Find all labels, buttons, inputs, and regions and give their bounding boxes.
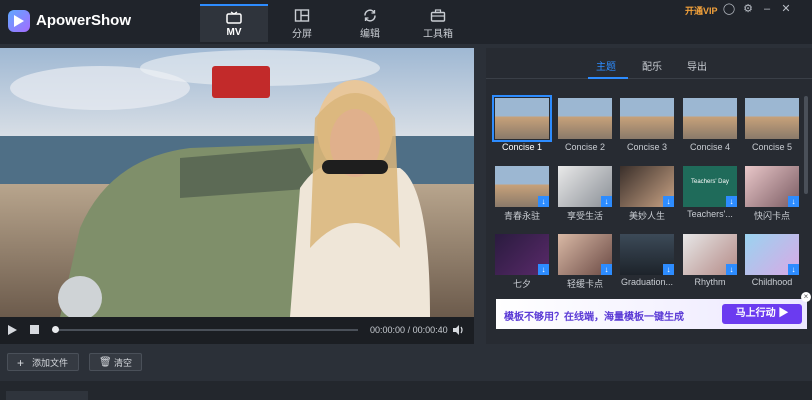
- download-icon[interactable]: ↓: [601, 264, 612, 275]
- download-icon[interactable]: ↓: [788, 196, 799, 207]
- theme-thumb[interactable]: [558, 98, 612, 139]
- media-area: [0, 381, 812, 400]
- time-separator: /: [407, 325, 411, 335]
- banner-close-icon[interactable]: ×: [801, 292, 811, 302]
- theme-thumb[interactable]: [620, 98, 674, 139]
- download-icon[interactable]: ↓: [726, 196, 737, 207]
- toolbox-icon: [430, 9, 446, 22]
- tv-icon: [226, 11, 242, 24]
- theme-thumb[interactable]: ↓: [495, 234, 549, 275]
- theme-label: Teachers'...: [687, 209, 733, 219]
- theme-label: 轻缓卡点: [566, 279, 603, 289]
- clear-button[interactable]: 🗑 清空: [89, 353, 142, 371]
- split-screen-icon: [294, 9, 310, 22]
- theme-thumb[interactable]: ↓: [620, 166, 674, 207]
- minimize-icon[interactable]: –: [760, 3, 774, 15]
- theme-label: 快闪卡点: [753, 211, 790, 221]
- subtab-export[interactable]: 导出: [687, 58, 707, 73]
- theme-label: Graduation...: [620, 277, 674, 287]
- tab-toolbox-label: 工具箱: [423, 29, 453, 40]
- theme-thumb[interactable]: ↓: [495, 166, 549, 207]
- tab-edit-label: 编辑: [360, 29, 380, 40]
- theme-thumb[interactable]: ↓: [558, 166, 612, 207]
- tab-split-screen[interactable]: 分屏: [268, 4, 336, 42]
- theme-thumb[interactable]: ↓: [745, 234, 799, 275]
- download-icon[interactable]: ↓: [538, 264, 549, 275]
- download-icon[interactable]: ↓: [663, 264, 674, 275]
- trash-icon: 🗑: [99, 357, 112, 368]
- theme-label: Concise 3: [626, 142, 668, 152]
- theme-thumb[interactable]: [492, 95, 552, 142]
- add-file-button[interactable]: + 添加文件: [7, 353, 79, 371]
- close-icon[interactable]: ✕: [779, 3, 793, 15]
- stop-icon[interactable]: [30, 325, 39, 334]
- tab-toolbox[interactable]: 工具箱: [404, 4, 472, 42]
- media-tab[interactable]: [6, 391, 88, 400]
- time-current: 00:00:00: [370, 325, 406, 335]
- subtab-divider: [486, 78, 812, 79]
- download-icon[interactable]: ↓: [726, 264, 737, 275]
- refresh-edit-icon: [364, 9, 376, 22]
- volume-icon[interactable]: [452, 324, 464, 336]
- theme-label: Rhythm: [694, 277, 726, 287]
- theme-label: Concise 2: [564, 142, 606, 152]
- theme-thumb[interactable]: [745, 98, 799, 139]
- tab-mv[interactable]: MV: [200, 4, 268, 42]
- theme-label: 享受生活: [566, 211, 603, 221]
- theme-thumb[interactable]: ↓: [745, 166, 799, 207]
- apowershow-logo-icon: [8, 10, 30, 32]
- video-preview[interactable]: [0, 48, 474, 317]
- plus-icon: +: [17, 356, 25, 370]
- panel-scrollbar[interactable]: [804, 96, 808, 194]
- theme-label: 美妙人生: [628, 211, 665, 221]
- theme-thumb[interactable]: ↓: [620, 234, 674, 275]
- settings-icon[interactable]: ⚙: [741, 3, 755, 15]
- tab-split-screen-label: 分屏: [292, 29, 312, 40]
- user-icon[interactable]: ◯: [722, 3, 736, 15]
- theme-label: Childhood: [751, 277, 793, 287]
- download-icon[interactable]: ↓: [601, 196, 612, 207]
- subtab-music[interactable]: 配乐: [642, 58, 662, 73]
- vip-link[interactable]: 开通VIP: [685, 4, 718, 17]
- app-name: ApowerShow: [36, 12, 132, 29]
- promo-banner[interactable]: 模板不够用？在线端，海量模板一键生成 马上行动 ▶: [496, 299, 807, 329]
- promo-button[interactable]: 马上行动 ▶: [722, 304, 802, 324]
- file-toolbar: + 添加文件 🗑 清空: [0, 346, 812, 379]
- theme-label: 青春永驻: [503, 211, 540, 221]
- player-controls: 00:00:00 / 00:00:40: [0, 320, 474, 342]
- subtab-active-indicator: [588, 77, 628, 79]
- download-icon[interactable]: ↓: [663, 196, 674, 207]
- theme-thumb[interactable]: [683, 98, 737, 139]
- theme-thumb[interactable]: ↓: [683, 234, 737, 275]
- promo-text: 模板不够用？在线端，海量模板一键生成: [504, 312, 684, 323]
- video-player: 00:00:00 / 00:00:40: [0, 48, 474, 344]
- theme-label: Concise 5: [751, 142, 793, 152]
- add-file-label: 添加文件: [32, 358, 69, 368]
- tab-mv-label: MV: [226, 27, 242, 38]
- theme-label: Concise 1: [501, 142, 543, 152]
- progress-handle[interactable]: [52, 326, 59, 333]
- theme-thumb[interactable]: ↓: [558, 234, 612, 275]
- progress-track[interactable]: [52, 329, 358, 331]
- tab-edit[interactable]: 编辑: [336, 4, 404, 42]
- theme-label: 七夕: [512, 279, 531, 289]
- thumb-text: Teachers' Day: [691, 179, 729, 185]
- theme-panel: 主题 配乐 导出 Concise 1 Concise 2 Concise 3 C…: [486, 48, 812, 344]
- theme-thumb[interactable]: Teachers' Day ↓: [683, 166, 737, 207]
- title-bar: ApowerShow MV 分屏 编辑 工具箱 开通VIP ◯ ⚙ – ✕: [0, 0, 812, 44]
- download-icon[interactable]: ↓: [538, 196, 549, 207]
- time-total: 00:00:40: [412, 325, 448, 335]
- subtab-theme[interactable]: 主题: [596, 58, 616, 73]
- clear-label: 清空: [114, 358, 133, 368]
- time-display: 00:00:00 / 00:00:40: [370, 325, 448, 335]
- play-icon[interactable]: [8, 325, 17, 335]
- theme-label: Concise 4: [689, 142, 731, 152]
- download-icon[interactable]: ↓: [788, 264, 799, 275]
